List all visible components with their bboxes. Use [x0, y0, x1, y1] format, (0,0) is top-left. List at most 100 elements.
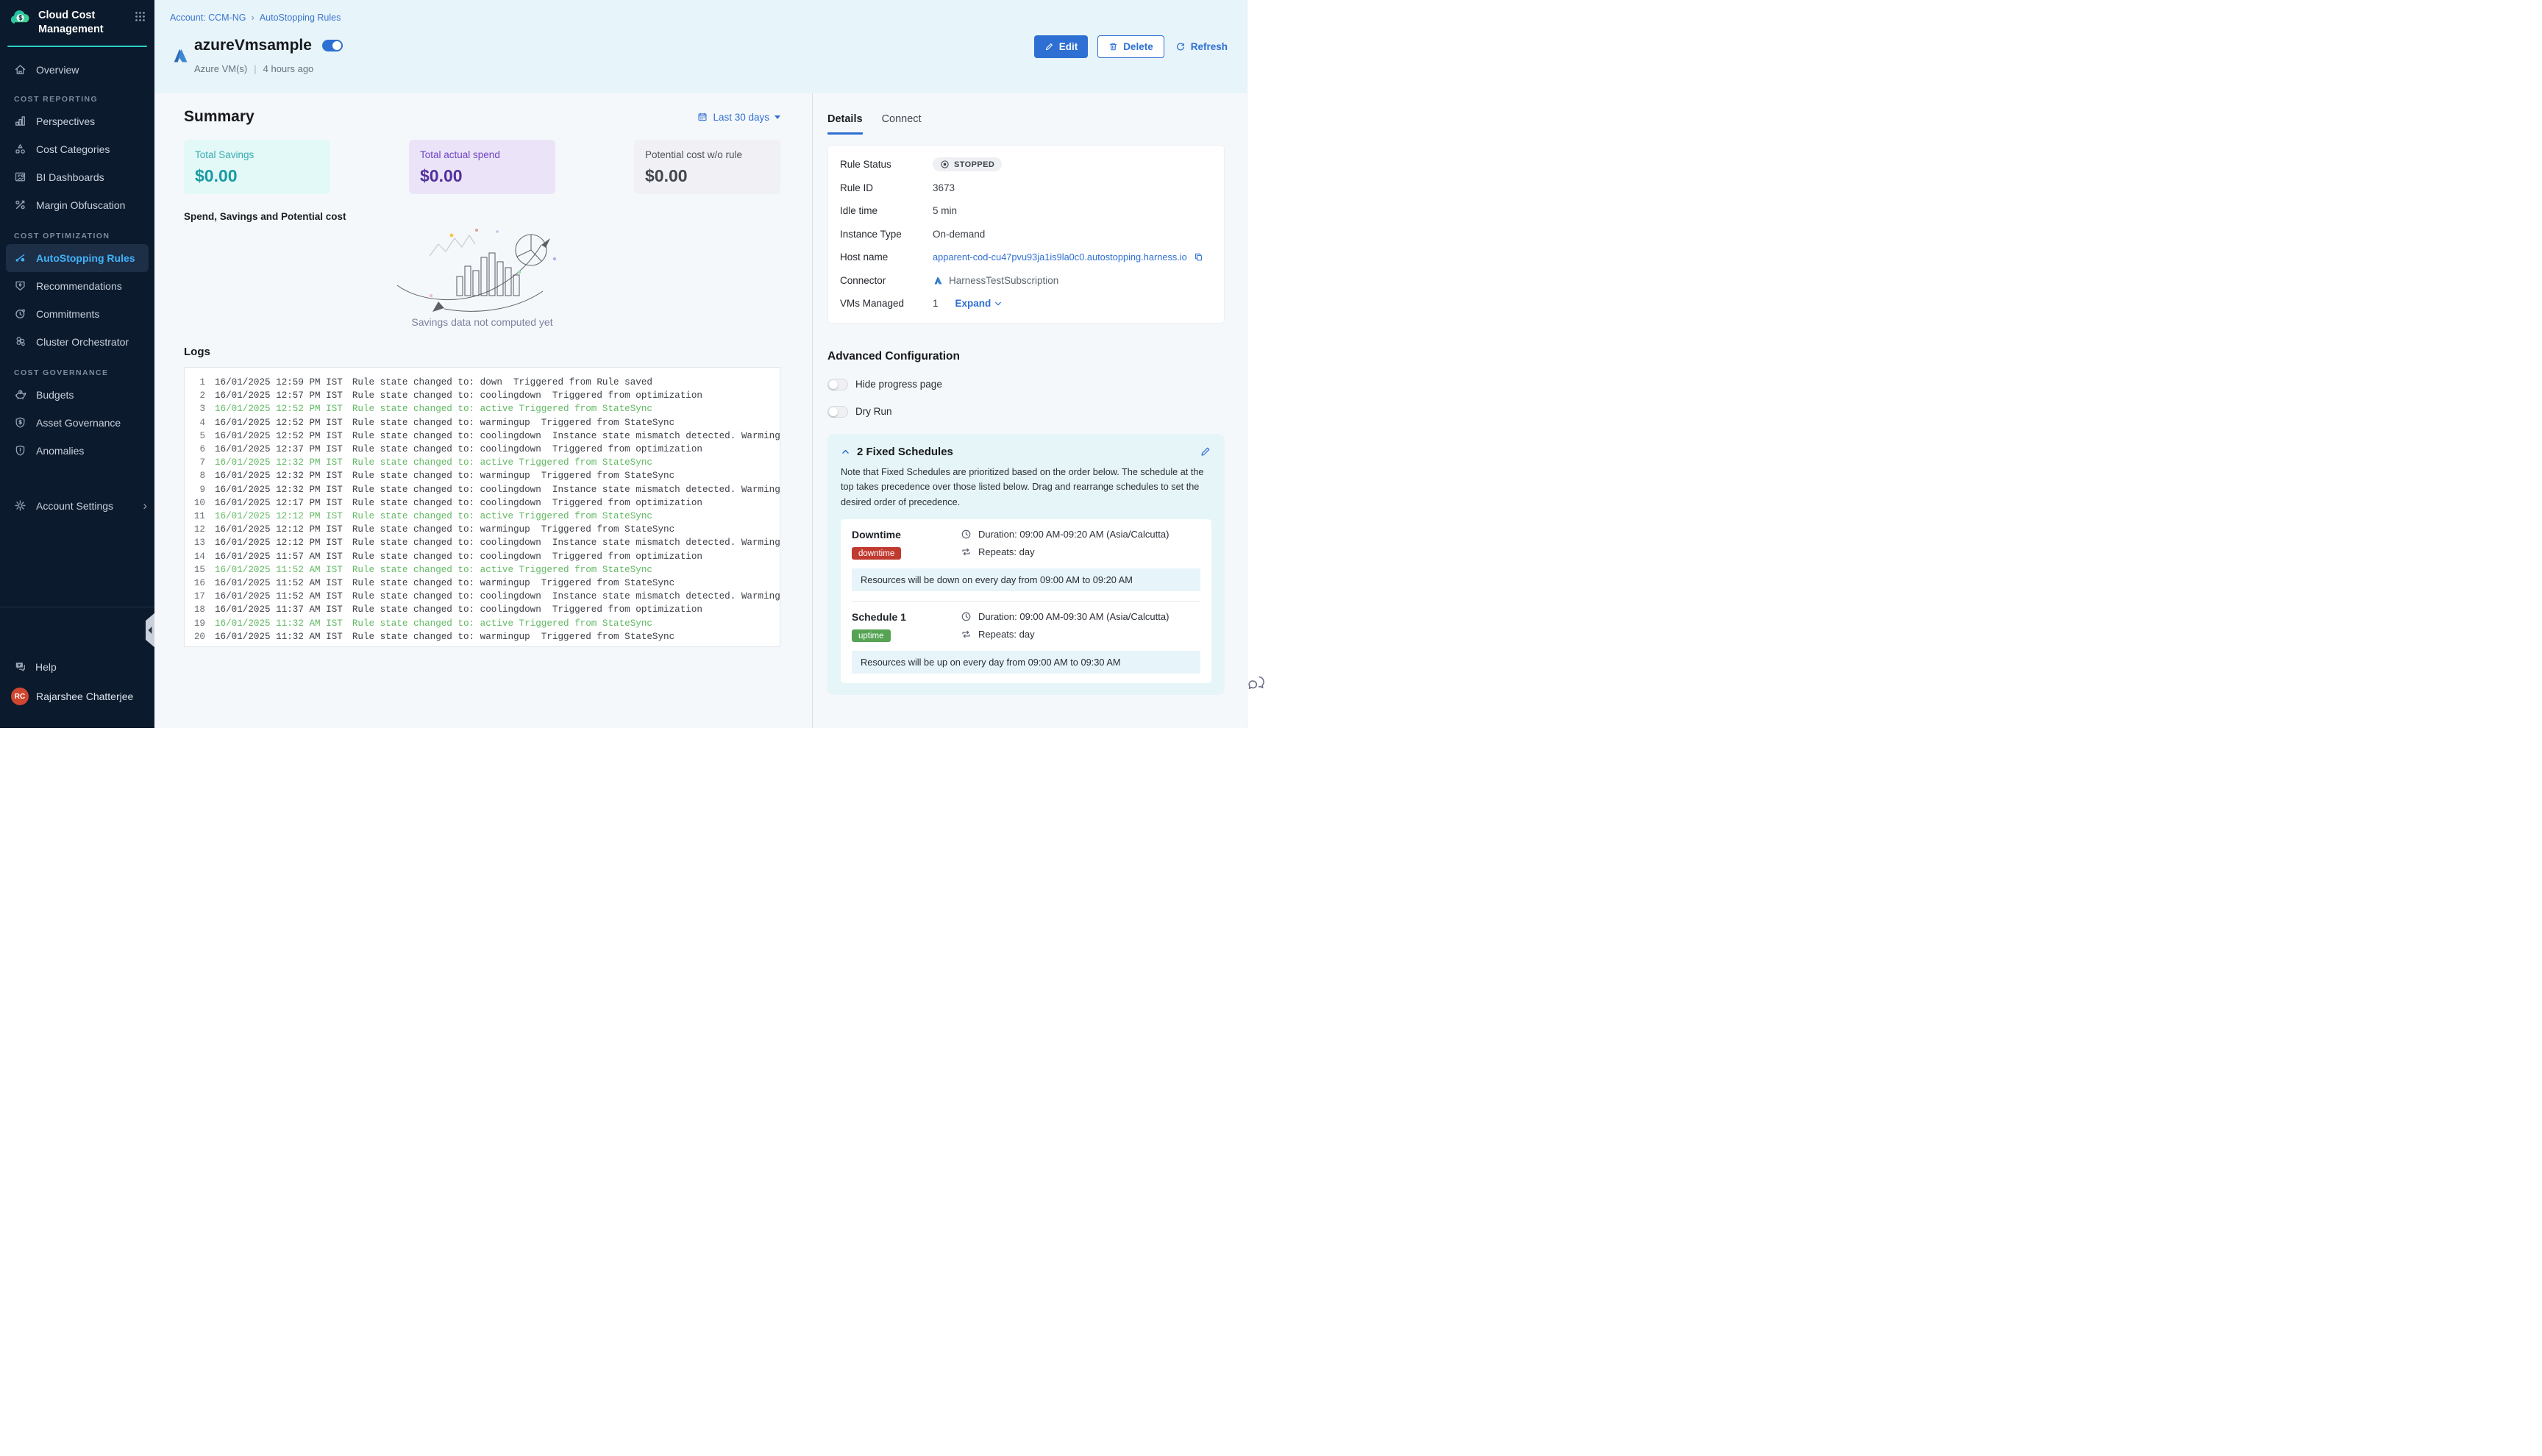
sidebar-nav: Overview COST REPORTING Perspectives Cos… — [0, 47, 154, 520]
host-name-link[interactable]: apparent-cod-cu47pvu93ja1is9la0c0.autost… — [933, 251, 1187, 263]
separator: | — [254, 63, 256, 74]
log-line: 1116/01/2025 12:12 PM ISTRule state chan… — [185, 510, 780, 523]
total-actual-spend-card: Total actual spend $0.00 — [409, 140, 555, 194]
detail-row-rule-id: Rule ID 3673 — [828, 176, 1224, 200]
rule-enabled-toggle[interactable] — [322, 40, 343, 51]
sidebar-item-autostopping-rules[interactable]: AutoStopping Rules — [6, 244, 149, 272]
detail-label: Rule Status — [840, 159, 933, 170]
help-chat-icon — [14, 660, 26, 673]
sidebar-item-account-settings[interactable]: Account Settings › — [0, 492, 154, 520]
sidebar-item-recommendations[interactable]: Recommendations — [0, 272, 154, 300]
sidebar-item-cost-categories[interactable]: Cost Categories — [0, 135, 154, 163]
sidebar-item-perspectives[interactable]: Perspectives — [0, 107, 154, 135]
tab-details[interactable]: Details — [827, 113, 863, 135]
sidebar-item-anomalies[interactable]: Anomalies — [0, 437, 154, 465]
log-line: 316/01/2025 12:52 PM ISTRule state chang… — [185, 402, 780, 415]
sidebar-section-cost-reporting: COST REPORTING — [14, 95, 154, 104]
schedule-divider — [852, 601, 1200, 602]
detail-value: On-demand — [933, 229, 985, 240]
log-line: 1616/01/2025 11:52 AM ISTRule state chan… — [185, 577, 780, 590]
sidebar-item-label: Account Settings — [36, 500, 113, 512]
delete-button[interactable]: Delete — [1097, 35, 1164, 58]
expand-vms-link[interactable]: Expand — [955, 298, 1003, 309]
detail-row-rule-status: Rule Status STOPPED — [828, 153, 1224, 176]
page-header: Account: CCM-NG › AutoStopping Rules azu… — [154, 0, 1247, 94]
log-line: 1216/01/2025 12:12 PM ISTRule state chan… — [185, 523, 780, 536]
caret-down-icon — [775, 115, 780, 119]
logs-heading: Logs — [184, 346, 780, 358]
total-savings-card: Total Savings $0.00 — [184, 140, 330, 194]
support-chat-icon[interactable] — [1247, 674, 1266, 693]
dry-run-toggle-row: Dry Run — [827, 406, 1247, 418]
hexagons-icon — [14, 335, 26, 348]
dry-run-toggle[interactable] — [827, 406, 848, 418]
gear-icon — [14, 499, 26, 512]
bar-chart-icon — [14, 115, 26, 127]
breadcrumb-account[interactable]: Account: CCM-NG — [170, 13, 246, 23]
home-icon — [14, 63, 26, 76]
log-line: 2016/01/2025 11:32 AM ISTRule state chan… — [185, 630, 780, 643]
sidebar-item-asset-governance[interactable]: Asset Governance — [0, 409, 154, 437]
card-label: Potential cost w/o rule — [645, 149, 769, 160]
app-switcher-grid-icon[interactable] — [135, 11, 146, 22]
sidebar-item-cluster-orchestrator[interactable]: Cluster Orchestrator — [0, 328, 154, 356]
sidebar-item-margin-obfuscation[interactable]: Margin Obfuscation — [0, 191, 154, 219]
log-line: 716/01/2025 12:32 PM ISTRule state chang… — [185, 456, 780, 469]
copy-icon[interactable] — [1194, 252, 1203, 262]
log-line: 1416/01/2025 11:57 AM ISTRule state chan… — [185, 550, 780, 563]
date-range-picker[interactable]: Last 30 days — [697, 112, 780, 123]
chart-heading: Spend, Savings and Potential cost — [184, 211, 780, 222]
refresh-button[interactable]: Refresh — [1174, 35, 1229, 58]
delete-label: Delete — [1123, 41, 1153, 52]
sidebar-item-label: Margin Obfuscation — [36, 199, 125, 211]
card-value: $0.00 — [195, 166, 319, 186]
sidebar-item-label: Asset Governance — [36, 417, 121, 429]
log-line: 216/01/2025 12:57 PM ISTRule state chang… — [185, 389, 780, 402]
breadcrumb-page[interactable]: AutoStopping Rules — [260, 13, 341, 23]
hide-progress-label: Hide progress page — [855, 379, 942, 390]
dashboard-image-icon — [14, 171, 26, 183]
log-line: 816/01/2025 12:32 PM ISTRule state chang… — [185, 469, 780, 482]
edit-schedules-pencil-icon[interactable] — [1200, 446, 1211, 457]
user-profile[interactable]: RC Rajarshee Chatterjee — [11, 688, 154, 705]
sidebar: Cloud Cost Management Overview COST REPO… — [0, 0, 154, 728]
schedule-item-uptime[interactable]: Schedule 1 uptime Duration: 09:00 AM-09:… — [852, 611, 1200, 642]
log-line: 916/01/2025 12:32 PM ISTRule state chang… — [185, 483, 780, 496]
sidebar-item-commitments[interactable]: Commitments — [0, 300, 154, 328]
app-title: Cloud Cost Management — [38, 9, 118, 37]
detail-label: Idle time — [840, 205, 933, 216]
hide-progress-toggle-row: Hide progress page — [827, 379, 1247, 390]
dry-run-label: Dry Run — [855, 406, 892, 417]
sidebar-item-label: Budgets — [36, 389, 74, 401]
uptime-badge: uptime — [852, 629, 891, 642]
sidebar-item-label: Cost Categories — [36, 143, 110, 155]
card-value: $0.00 — [645, 166, 769, 186]
detail-label: Rule ID — [840, 182, 933, 193]
help-button[interactable]: Help — [14, 660, 154, 673]
chevron-up-icon[interactable] — [841, 447, 850, 457]
hide-progress-toggle[interactable] — [827, 379, 848, 390]
card-label: Total Savings — [195, 149, 319, 160]
detail-label: VMs Managed — [840, 298, 933, 309]
sidebar-item-label: BI Dashboards — [36, 171, 104, 183]
tab-connect[interactable]: Connect — [882, 113, 922, 135]
log-line: 1716/01/2025 11:52 AM ISTRule state chan… — [185, 590, 780, 603]
fixed-schedules-card: 2 Fixed Schedules Note that Fixed Schedu… — [827, 434, 1225, 696]
sidebar-item-budgets[interactable]: Budgets — [0, 381, 154, 409]
sidebar-item-bi-dashboards[interactable]: BI Dashboards — [0, 163, 154, 191]
azure-connector-icon — [933, 275, 944, 286]
edit-label: Edit — [1059, 41, 1078, 52]
sidebar-item-label: Recommendations — [36, 280, 122, 292]
sidebar-item-overview[interactable]: Overview — [0, 56, 154, 84]
detail-label: Instance Type — [840, 229, 933, 240]
sidebar-footer: Help RC Rajarshee Chatterjee — [0, 607, 154, 728]
schedule-item-downtime[interactable]: Downtime downtime Duration: 09:00 AM-09:… — [852, 529, 1200, 560]
detail-row-idle-time: Idle time 5 min — [828, 199, 1224, 223]
chevron-right-icon: › — [252, 12, 254, 23]
edit-button[interactable]: Edit — [1034, 35, 1089, 58]
repeat-icon — [961, 629, 972, 640]
log-list[interactable]: 116/01/2025 12:59 PM ISTRule state chang… — [184, 367, 780, 647]
status-badge: STOPPED — [933, 157, 1002, 171]
status-text: STOPPED — [954, 160, 994, 169]
repeat-icon — [961, 546, 972, 557]
